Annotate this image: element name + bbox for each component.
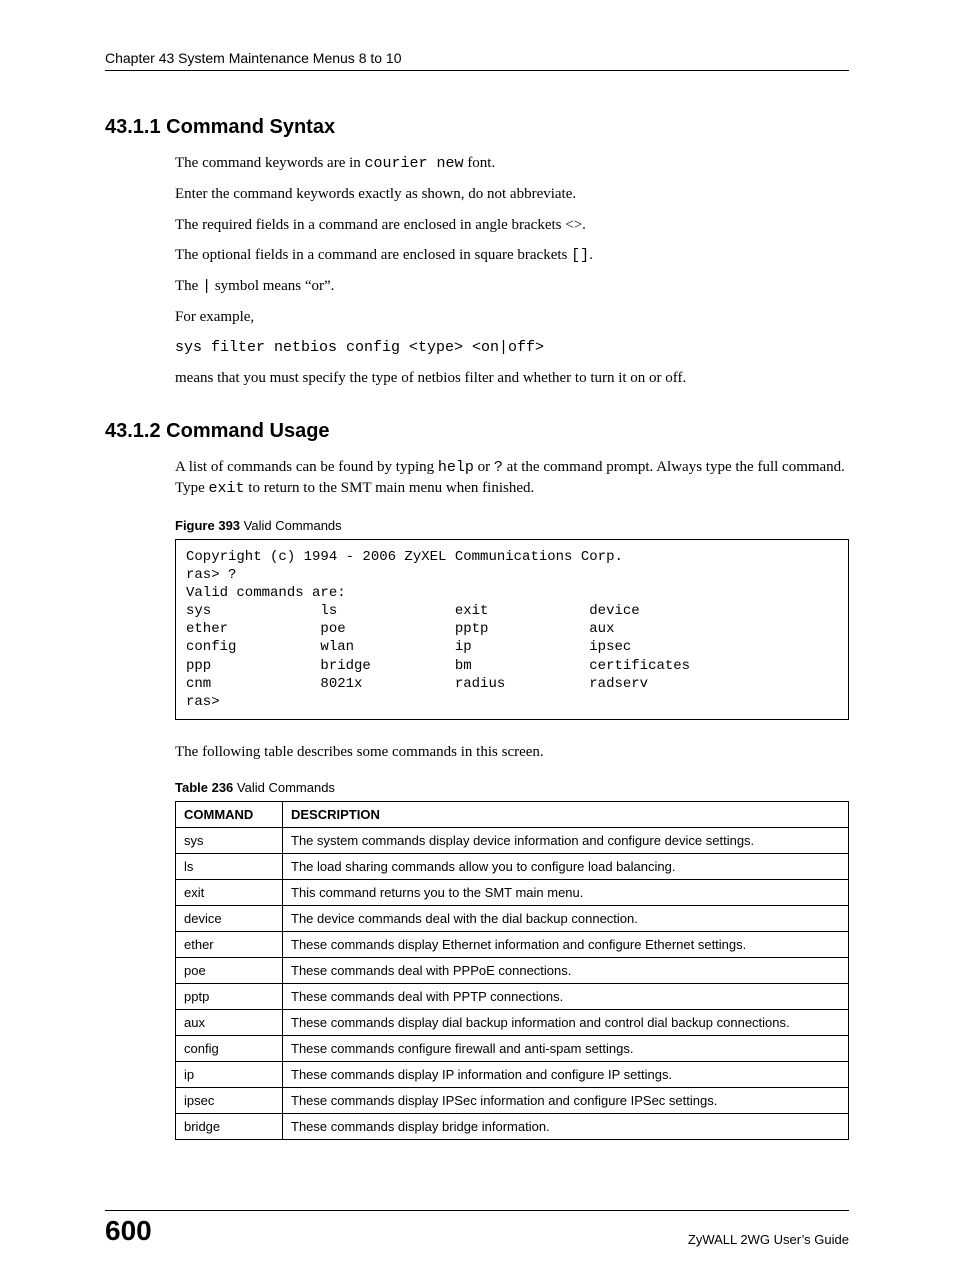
text: The bbox=[175, 278, 202, 294]
text: The command keywords are in bbox=[175, 155, 365, 171]
para: The | symbol means “or”. bbox=[175, 276, 849, 297]
text: to return to the SMT main menu when fini… bbox=[245, 480, 535, 496]
section-heading-command-syntax: 43.1.1 Command Syntax bbox=[105, 116, 849, 139]
desc-cell: These commands display dial backup infor… bbox=[283, 1010, 849, 1036]
table-row: pptpThese commands deal with PPTP connec… bbox=[176, 984, 849, 1010]
para: The optional fields in a command are enc… bbox=[175, 245, 849, 266]
table-row: lsThe load sharing commands allow you to… bbox=[176, 854, 849, 880]
section1-body: The command keywords are in courier new … bbox=[175, 153, 849, 388]
table-row: auxThese commands display dial backup in… bbox=[176, 1010, 849, 1036]
para: The command keywords are in courier new … bbox=[175, 153, 849, 174]
cmd-cell: exit bbox=[176, 880, 283, 906]
cmd-cell: ether bbox=[176, 932, 283, 958]
para: A list of commands can be found by typin… bbox=[175, 457, 849, 500]
text: or bbox=[474, 459, 494, 475]
para: Enter the command keywords exactly as sh… bbox=[175, 184, 849, 204]
th-command: COMMAND bbox=[176, 802, 283, 828]
section-heading-command-usage: 43.1.2 Command Usage bbox=[105, 420, 849, 443]
desc-cell: These commands configure firewall and an… bbox=[283, 1036, 849, 1062]
code-inline: courier new bbox=[365, 155, 464, 172]
table-title: Valid Commands bbox=[233, 780, 335, 795]
cmd-cell: sys bbox=[176, 828, 283, 854]
code-inline: | bbox=[202, 278, 211, 295]
text: symbol means “or”. bbox=[211, 278, 334, 294]
para: The following table describes some comma… bbox=[175, 742, 849, 762]
table-row: configThese commands configure firewall … bbox=[176, 1036, 849, 1062]
table-label: Table 236 bbox=[175, 780, 233, 795]
cmd-cell: bridge bbox=[176, 1114, 283, 1140]
table-row: exitThis command returns you to the SMT … bbox=[176, 880, 849, 906]
page-footer: 600 ZyWALL 2WG User’s Guide bbox=[105, 1210, 849, 1247]
figure-caption: Figure 393 Valid Commands bbox=[175, 518, 849, 533]
text: font. bbox=[464, 155, 496, 171]
desc-cell: These commands deal with PPTP connection… bbox=[283, 984, 849, 1010]
th-description: DESCRIPTION bbox=[283, 802, 849, 828]
table-row: ipThese commands display IP information … bbox=[176, 1062, 849, 1088]
table-row: poeThese commands deal with PPPoE connec… bbox=[176, 958, 849, 984]
desc-cell: The load sharing commands allow you to c… bbox=[283, 854, 849, 880]
table-row: sysThe system commands display device in… bbox=[176, 828, 849, 854]
cmd-cell: device bbox=[176, 906, 283, 932]
table-row: bridgeThese commands display bridge info… bbox=[176, 1114, 849, 1140]
desc-cell: This command returns you to the SMT main… bbox=[283, 880, 849, 906]
desc-cell: These commands display IPSec information… bbox=[283, 1088, 849, 1114]
cmd-cell: ls bbox=[176, 854, 283, 880]
cmd-cell: pptp bbox=[176, 984, 283, 1010]
figure-title: Valid Commands bbox=[240, 518, 342, 533]
page-header: Chapter 43 System Maintenance Menus 8 to… bbox=[105, 50, 849, 71]
desc-cell: These commands display Ethernet informat… bbox=[283, 932, 849, 958]
text: . bbox=[589, 247, 593, 263]
text: The optional fields in a command are enc… bbox=[175, 247, 571, 263]
desc-cell: The device commands deal with the dial b… bbox=[283, 906, 849, 932]
desc-cell: The system commands display device infor… bbox=[283, 828, 849, 854]
desc-cell: These commands deal with PPPoE connectio… bbox=[283, 958, 849, 984]
desc-cell: These commands display bridge informatio… bbox=[283, 1114, 849, 1140]
code-inline: ? bbox=[494, 459, 503, 476]
table-caption: Table 236 Valid Commands bbox=[175, 780, 849, 795]
code-line: sys filter netbios config <type> <on|off… bbox=[175, 338, 849, 358]
code-inline: help bbox=[438, 459, 474, 476]
section2-body: A list of commands can be found by typin… bbox=[175, 457, 849, 1140]
cmd-cell: poe bbox=[176, 958, 283, 984]
code-inline: [] bbox=[571, 247, 589, 264]
cmd-cell: aux bbox=[176, 1010, 283, 1036]
page-number: 600 bbox=[105, 1215, 152, 1247]
commands-table: COMMAND DESCRIPTION sysThe system comman… bbox=[175, 801, 849, 1140]
cmd-cell: ip bbox=[176, 1062, 283, 1088]
para: means that you must specify the type of … bbox=[175, 368, 849, 388]
text: A list of commands can be found by typin… bbox=[175, 459, 438, 475]
table-row: ipsecThese commands display IPSec inform… bbox=[176, 1088, 849, 1114]
code-box-valid-commands: Copyright (c) 1994 - 2006 ZyXEL Communic… bbox=[175, 539, 849, 721]
para: For example, bbox=[175, 307, 849, 327]
desc-cell: These commands display IP information an… bbox=[283, 1062, 849, 1088]
cmd-cell: config bbox=[176, 1036, 283, 1062]
cmd-cell: ipsec bbox=[176, 1088, 283, 1114]
table-row: deviceThe device commands deal with the … bbox=[176, 906, 849, 932]
figure-label: Figure 393 bbox=[175, 518, 240, 533]
table-row: etherThese commands display Ethernet inf… bbox=[176, 932, 849, 958]
para: The required fields in a command are enc… bbox=[175, 215, 849, 235]
code-inline: exit bbox=[209, 480, 245, 497]
table-header-row: COMMAND DESCRIPTION bbox=[176, 802, 849, 828]
